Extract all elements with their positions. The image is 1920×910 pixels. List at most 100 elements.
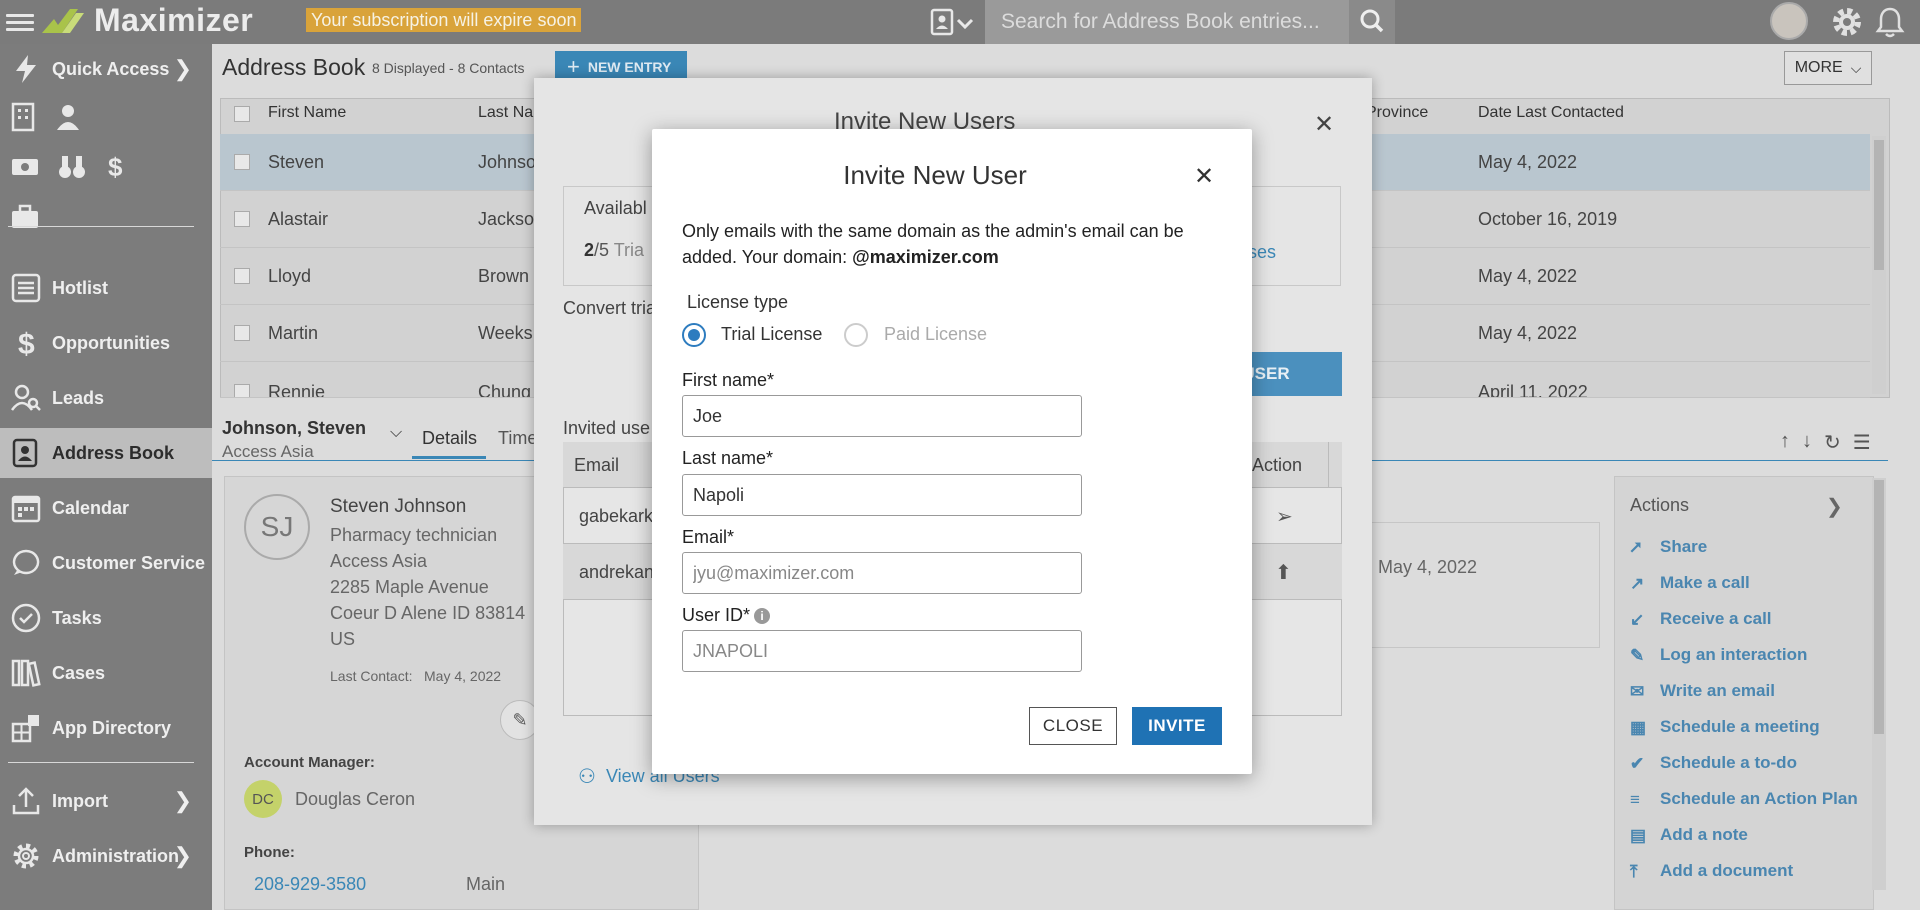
info-icon[interactable]: i	[754, 608, 770, 624]
user-id-field[interactable]	[682, 630, 1082, 672]
contact-address-line1: 2285 Maple Avenue	[330, 577, 489, 597]
dialog-title: Invite New User	[843, 160, 1027, 190]
sidebar-item-label: Import	[52, 790, 108, 811]
sidebar-item-administration[interactable]: Administration ❯	[0, 831, 212, 881]
column-header-first-name[interactable]: First Name	[268, 104, 346, 122]
building-icon[interactable]	[10, 102, 36, 132]
search-button[interactable]	[1349, 0, 1395, 44]
last-name-field[interactable]	[682, 474, 1082, 516]
search-input[interactable]: Search for Address Book entries...	[985, 0, 1349, 44]
action-add-note[interactable]: ▤ Add a note	[1630, 825, 1748, 845]
row-checkbox[interactable]	[234, 211, 250, 227]
invited-email: gabekark	[579, 506, 654, 526]
action-label: Schedule a meeting	[1660, 717, 1820, 736]
close-button[interactable]: CLOSE	[1029, 707, 1117, 745]
detail-header-company: Access Asia	[222, 442, 314, 461]
action-write-email[interactable]: ✉ Write an email	[1630, 681, 1775, 701]
phone-link[interactable]: 208-929-3580	[254, 874, 366, 895]
sidebar-item-calendar[interactable]: Calendar	[0, 483, 212, 533]
email-field[interactable]	[682, 552, 1082, 594]
close-icon[interactable]: ✕	[1314, 110, 1334, 139]
first-name-field[interactable]	[682, 395, 1082, 437]
trial-license-label[interactable]: Trial License	[721, 324, 822, 345]
row-checkbox[interactable]	[234, 325, 250, 341]
chevron-right-icon: ❯	[173, 843, 192, 868]
close-icon[interactable]: ✕	[1194, 162, 1214, 191]
row-checkbox[interactable]	[234, 154, 250, 170]
hamburger-menu-icon[interactable]	[6, 10, 34, 32]
sidebar-item-app-directory[interactable]: App Directory	[0, 703, 212, 753]
detail-scrollbar-thumb[interactable]	[1874, 480, 1884, 734]
more-button[interactable]: MORE ⌵	[1784, 51, 1872, 85]
upgrade-circle-icon[interactable]: ⬆	[1275, 560, 1292, 585]
chevron-down-icon[interactable]: ⌵	[390, 424, 402, 442]
action-schedule-todo[interactable]: ✔ Schedule a to-do	[1630, 753, 1797, 773]
sidebar-item-hotlist[interactable]: Hotlist	[0, 263, 212, 313]
sidebar-divider	[8, 226, 194, 227]
row-checkbox[interactable]	[234, 268, 250, 284]
action-schedule-meeting[interactable]: ▦ Schedule a meeting	[1630, 717, 1820, 737]
sidebar-item-quick-access[interactable]: Quick Access ❯	[0, 44, 212, 94]
action-share[interactable]: ⭧ Share	[1630, 537, 1707, 557]
sidebar-item-address-book[interactable]: Address Book	[0, 428, 212, 478]
subscription-warning[interactable]: Your subscription will expire soon	[306, 8, 582, 32]
briefcase-icon[interactable]	[10, 202, 40, 232]
entry-type-picker[interactable]	[930, 8, 982, 36]
money-icon[interactable]	[10, 152, 40, 182]
license-count: 2/5 Tria	[584, 240, 644, 261]
available-label: Availabl	[584, 198, 647, 218]
user-avatar[interactable]	[1770, 2, 1808, 40]
column-header-province[interactable]: Province	[1366, 104, 1428, 122]
person-icon[interactable]	[54, 102, 82, 132]
arrow-down-icon[interactable]: ↓	[1802, 430, 1812, 455]
sidebar-item-tasks[interactable]: Tasks	[0, 593, 212, 643]
cell-last-name: Johnso	[478, 152, 537, 172]
sidebar-item-cases[interactable]: Cases	[0, 648, 212, 698]
tab-details[interactable]: Details	[422, 428, 477, 449]
sidebar-item-label: Leads	[52, 387, 105, 408]
settings-gear-icon[interactable]	[1830, 5, 1864, 39]
tab-timeline[interactable]: Time	[498, 428, 537, 449]
sidebar: Quick Access ❯ $ Hotlist $ Opportunities…	[0, 44, 212, 910]
row-checkbox[interactable]	[234, 384, 250, 397]
arrow-up-icon[interactable]: ↑	[1780, 430, 1790, 455]
contact-address-line2: Coeur D Alene ID 83814	[330, 603, 526, 623]
paid-license-label[interactable]: Paid License	[884, 324, 987, 345]
sidebar-item-leads[interactable]: Leads	[0, 373, 212, 423]
trial-license-radio[interactable]	[682, 323, 706, 347]
refresh-icon[interactable]: ↻	[1824, 430, 1841, 455]
address-book-icon	[12, 438, 38, 468]
sidebar-item-import[interactable]: Import ❯	[0, 776, 212, 826]
action-receive-call[interactable]: ↙ Receive a call	[1630, 609, 1772, 629]
new-entry-label: NEW ENTRY	[587, 59, 672, 75]
app-logo[interactable]: Maximizer	[40, 2, 253, 38]
action-label: Log an interaction	[1660, 645, 1808, 664]
license-count-total: /5	[594, 240, 610, 260]
select-all-checkbox[interactable]	[234, 106, 250, 122]
column-header-date-last-contacted[interactable]: Date Last Contacted	[1478, 104, 1624, 122]
layout-icon[interactable]: ☰	[1853, 430, 1871, 455]
license-count-used: 2	[584, 240, 595, 260]
action-make-call[interactable]: ↗ Make a call	[1630, 573, 1750, 593]
cell-last-name: Brown	[478, 266, 530, 286]
notifications-bell-icon[interactable]	[1875, 5, 1905, 39]
sidebar-item-label: Hotlist	[52, 277, 108, 298]
first-name-label: First name*	[682, 370, 775, 390]
invite-button[interactable]: INVITE	[1132, 707, 1222, 745]
action-add-document[interactable]: ⤒ Add a document	[1630, 861, 1793, 881]
actions-title: Actions	[1630, 495, 1690, 515]
column-header-last-name[interactable]: Last Na	[478, 104, 533, 122]
paid-license-radio[interactable]	[844, 323, 868, 347]
column-divider	[1328, 442, 1329, 488]
grid-scrollbar-thumb[interactable]	[1874, 140, 1884, 270]
action-schedule-action-plan[interactable]: ≡ Schedule an Action Plan	[1630, 789, 1858, 809]
sidebar-item-opportunities[interactable]: $ Opportunities	[0, 318, 212, 368]
account-manager-name: Douglas Ceron	[295, 789, 416, 809]
binoculars-icon[interactable]	[58, 152, 86, 182]
sidebar-item-customer-service[interactable]: Customer Service	[0, 538, 212, 588]
action-log-interaction[interactable]: ✎ Log an interaction	[1630, 645, 1807, 665]
send-icon[interactable]: ➢	[1276, 504, 1293, 529]
search-icon	[1360, 9, 1384, 33]
dollar-icon[interactable]: $	[104, 152, 128, 182]
chevron-right-icon[interactable]: ❯	[1826, 494, 1843, 519]
